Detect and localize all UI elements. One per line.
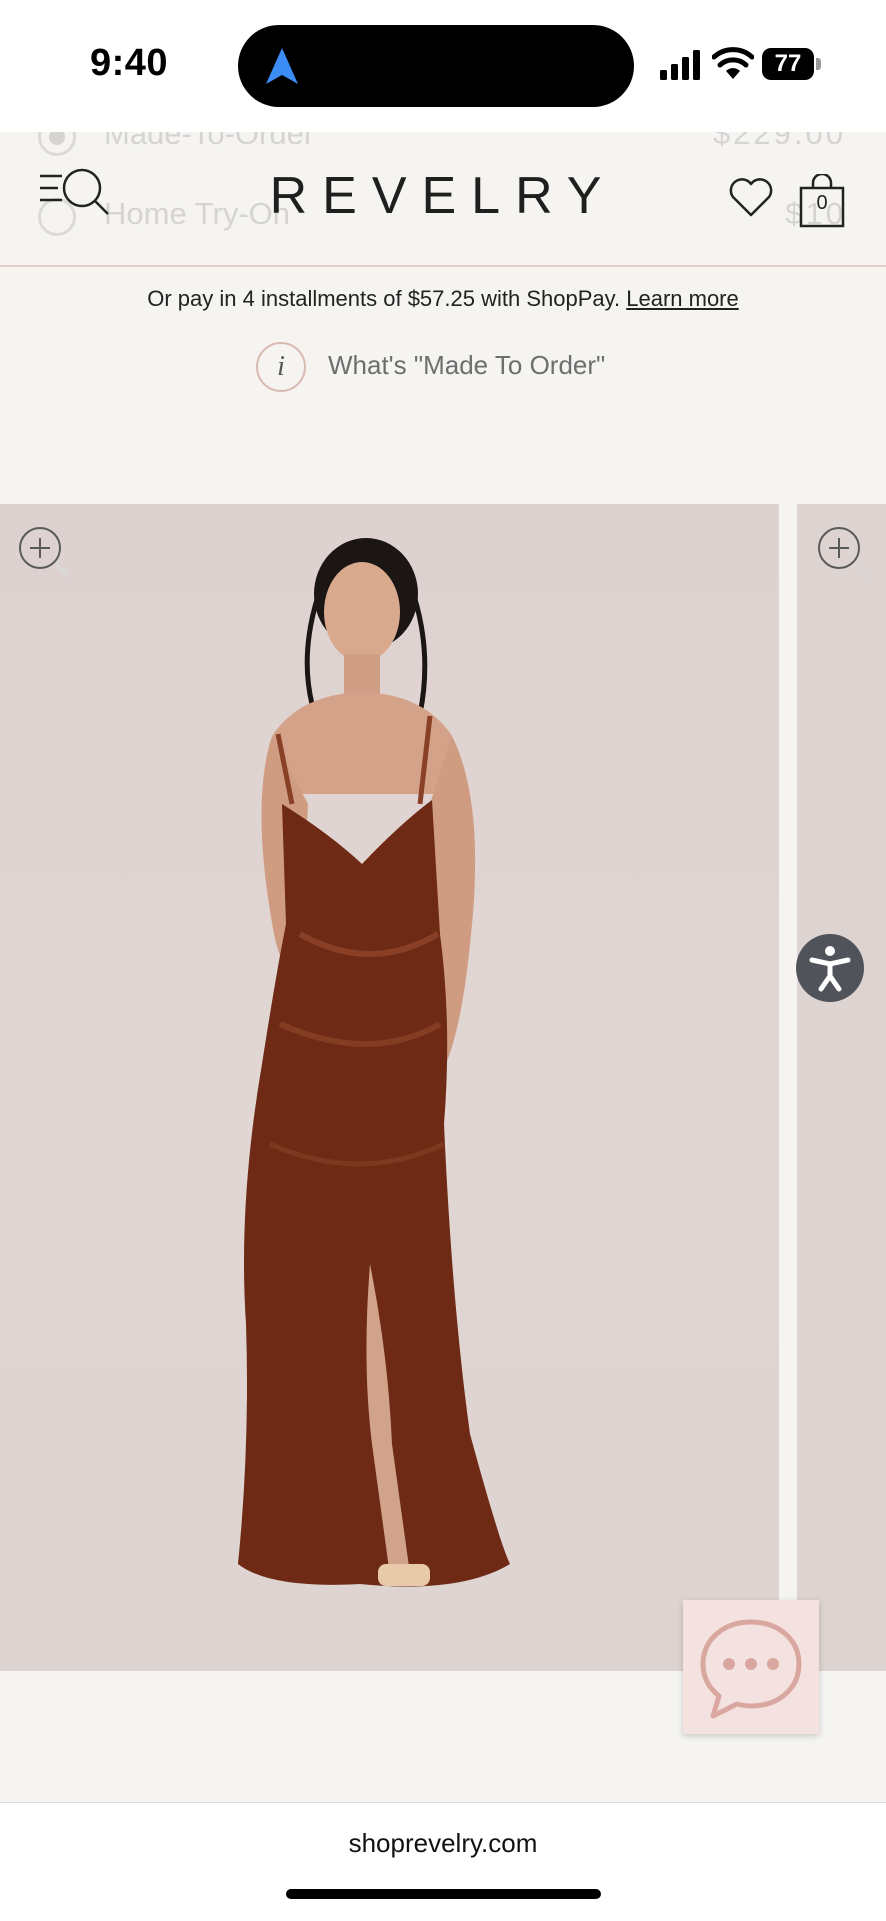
wifi-icon (712, 47, 754, 79)
installment-info: Or pay in 4 installments of $57.25 with … (0, 286, 886, 312)
heart-icon[interactable] (728, 176, 774, 218)
browser-address-bar[interactable] (0, 1802, 886, 1921)
clock: 9:40 (90, 42, 169, 84)
battery-level: 77 (774, 50, 802, 77)
accessibility-button[interactable] (796, 934, 864, 1002)
cart-count: 0 (816, 192, 828, 214)
battery-indicator: 77 (762, 48, 824, 82)
ghost-option-made-to-order: Made-To-Order $229.00 (34, 132, 854, 166)
radio-icon (38, 132, 76, 156)
installment-text: Or pay in 4 installments of $57.25 with … (147, 286, 621, 311)
learn-more-link[interactable]: Learn more (626, 286, 739, 311)
url-text[interactable]: shoprevelry.com (0, 1828, 886, 1859)
accessibility-icon (809, 946, 851, 992)
info-icon: i (256, 342, 306, 392)
zoom-in-icon[interactable] (815, 524, 871, 580)
location-arrow-icon (266, 48, 298, 84)
cellular-signal-icon (660, 50, 700, 80)
made-to-order-link[interactable]: What's "Made To Order" (328, 350, 605, 381)
product-image[interactable] (0, 504, 779, 1671)
status-bar: 9:40 77 (0, 0, 886, 132)
next-product-image[interactable] (797, 504, 886, 1671)
ghost-option-price: $229.00 (712, 132, 846, 151)
home-indicator[interactable] (286, 1889, 601, 1899)
chat-bubble-icon (700, 1619, 802, 1719)
cart-button[interactable]: 0 (798, 174, 846, 228)
zoom-in-icon[interactable] (16, 524, 72, 580)
chat-button[interactable] (683, 1600, 819, 1734)
ghost-option-label: Made-To-Order (104, 132, 315, 151)
product-photo-model (238, 538, 510, 1587)
